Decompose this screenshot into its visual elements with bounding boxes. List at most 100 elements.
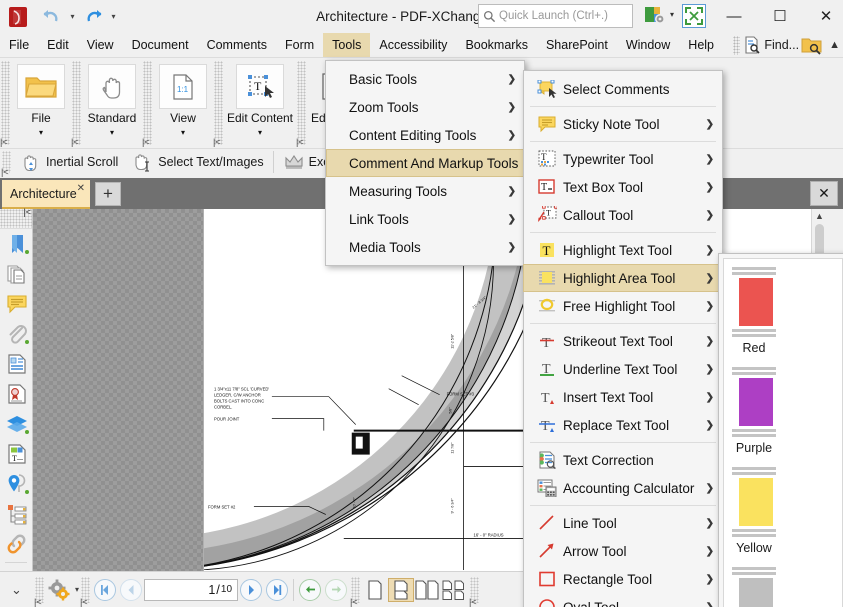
menu-item-highlight-text-tool[interactable]: T Highlight Text Tool (524, 236, 722, 264)
statusbar-grip-0[interactable] (34, 576, 44, 607)
menu-sharepoint[interactable]: SharePoint (537, 33, 617, 57)
layout-two-page-continuous-button[interactable] (440, 578, 468, 602)
menu-item-media-tools[interactable]: Media Tools (326, 233, 524, 261)
palette-swatch-gray[interactable] (739, 578, 773, 607)
menu-item-text-box-tool[interactable]: T Text Box Tool (524, 173, 722, 201)
menu-item-oval-tool[interactable]: Oval Tool (524, 593, 722, 607)
first-page-button[interactable] (94, 578, 117, 601)
ribbon-button-standard[interactable]: Standard ▾ (82, 61, 142, 139)
chevron-down-icon[interactable]: ▾ (258, 128, 262, 137)
content-icon[interactable] (0, 349, 33, 379)
menu-item-link-tools[interactable]: Link Tools (326, 205, 524, 233)
find-label[interactable]: Find... (764, 38, 799, 52)
layout-two-page-button[interactable] (414, 578, 440, 602)
menu-accessibility[interactable]: Accessibility (370, 33, 456, 57)
palette-swatch-yellow[interactable] (739, 478, 773, 526)
ribbon-grip-2[interactable] (142, 61, 152, 147)
menu-window[interactable]: Window (617, 33, 679, 57)
find-icon[interactable] (742, 35, 762, 55)
menu-item-insert-text-tool[interactable]: T Insert Text Tool (524, 383, 722, 411)
scroll-up-icon[interactable]: ▲ (812, 209, 827, 224)
menu-item-content-editing-tools[interactable]: Content Editing Tools (326, 121, 524, 149)
bookmarks-icon[interactable] (0, 229, 33, 259)
ribbon-button-file[interactable]: File ▾ (11, 61, 71, 139)
settings-button[interactable]: ▾ (46, 578, 79, 602)
navigation-pane-grip[interactable] (0, 207, 32, 229)
layout-single-page-button[interactable] (362, 578, 388, 602)
ribbon-button-edit-content[interactable]: T Edit Content ▾ (224, 61, 296, 139)
comment-styles-palette[interactable]: Red Purple Yellow (718, 253, 843, 607)
undo-dropdown-caret-icon[interactable]: ▾ (67, 12, 78, 21)
menu-item-underline-text-tool[interactable]: T Underline Text Tool (524, 355, 722, 383)
menu-item-line-tool[interactable]: Line Tool (524, 509, 722, 537)
document-close-button[interactable]: ✕ (810, 181, 838, 206)
comment-and-markup-submenu[interactable]: Select Comments Sticky Note Tool T Typew… (523, 70, 723, 607)
redo-icon[interactable] (80, 5, 106, 29)
fields-icon[interactable]: T (0, 439, 33, 469)
layers-icon[interactable] (0, 409, 33, 439)
menu-item-arrow-tool[interactable]: Arrow Tool (524, 537, 722, 565)
menu-item-strikeout-text-tool[interactable]: T Strikeout Text Tool (524, 327, 722, 355)
palette-cell-gray[interactable]: Gray (724, 559, 784, 607)
destinations-icon[interactable] (0, 469, 33, 499)
ribbon-collapse-icon[interactable]: ▲ (829, 39, 843, 51)
palette-cell-yellow[interactable]: Yellow (724, 459, 784, 559)
page-number-input[interactable]: 1 / 10 (144, 578, 239, 601)
links-icon[interactable] (0, 529, 33, 559)
signatures-icon[interactable] (0, 379, 33, 409)
palette-cell-purple[interactable]: Purple (724, 359, 784, 459)
attachments-icon[interactable] (0, 319, 33, 349)
select-text-images-button[interactable]: Select Text/Images (125, 150, 270, 175)
chevron-down-icon[interactable]: ▾ (39, 128, 43, 137)
menu-file[interactable]: File (0, 33, 38, 57)
menu-item-rectangle-tool[interactable]: Rectangle Tool (524, 565, 722, 593)
menu-item-free-highlight-tool[interactable]: Free Highlight Tool (524, 292, 722, 320)
statusbar-grip-2[interactable] (350, 576, 361, 607)
inertial-scroll-button[interactable]: Inertial Scroll (13, 150, 125, 175)
statusbar-grip-1[interactable] (80, 576, 91, 607)
layout-continuous-button[interactable] (388, 577, 415, 602)
tools-menu[interactable]: Basic Tools Zoom Tools Content Editing T… (325, 60, 525, 266)
menu-tools[interactable]: Tools (323, 33, 371, 57)
menu-edit[interactable]: Edit (38, 33, 78, 57)
menu-item-basic-tools[interactable]: Basic Tools (326, 65, 524, 93)
next-view-button[interactable] (325, 578, 348, 601)
palette-swatch-red[interactable] (739, 278, 773, 326)
menu-help[interactable]: Help (679, 33, 723, 57)
menu-item-accounting-calculator[interactable]: Accounting Calculator (524, 474, 722, 502)
statusbar-grip-3[interactable] (469, 576, 480, 607)
settings-caret-icon[interactable]: ▾ (75, 585, 79, 594)
menu-item-text-correction[interactable]: Text Correction (524, 446, 722, 474)
menu-item-highlight-area-tool[interactable]: Highlight Area Tool (523, 264, 723, 292)
menu-item-select-comments[interactable]: Select Comments (524, 75, 722, 103)
menu-item-callout-tool[interactable]: T Callout Tool (524, 201, 722, 229)
minimize-button[interactable]: — (711, 0, 757, 32)
quick-launch-input[interactable]: Quick Launch (Ctrl+.) (478, 4, 633, 28)
next-page-button[interactable] (240, 578, 263, 601)
pane-collapse-icon[interactable]: ⌄ (0, 582, 33, 598)
fullscreen-icon[interactable] (682, 4, 706, 28)
close-button[interactable]: ✕ (803, 0, 843, 32)
ribbon-button-view[interactable]: 1:1 View ▾ (153, 61, 213, 139)
menu-item-sticky-note-tool[interactable]: Sticky Note Tool (524, 110, 722, 138)
toolbar2-grip[interactable] (1, 151, 11, 177)
ribbon-grip-1[interactable] (71, 61, 81, 147)
tab-architecture[interactable]: Architecture ✕ (2, 180, 90, 209)
pages-thumbnails-icon[interactable] (0, 259, 33, 289)
menu-item-zoom-tools[interactable]: Zoom Tools (326, 93, 524, 121)
menu-item-measuring-tools[interactable]: Measuring Tools (326, 177, 524, 205)
chevron-down-icon[interactable]: ▾ (110, 128, 114, 137)
menu-bookmarks[interactable]: Bookmarks (456, 33, 537, 57)
menu-item-replace-text-tool[interactable]: T Replace Text Tool (524, 411, 722, 439)
menu-item-typewriter-tool[interactable]: T Typewriter Tool (524, 145, 722, 173)
search-folder-icon[interactable] (801, 35, 823, 55)
menu-form[interactable]: Form (276, 33, 323, 57)
ribbon-grip-3[interactable] (213, 61, 223, 147)
menu-view[interactable]: View (78, 33, 123, 57)
maximize-button[interactable]: ☐ (757, 0, 803, 32)
tab-close-icon[interactable]: ✕ (77, 183, 85, 194)
theme-dropdown-caret-icon[interactable]: ▾ (670, 10, 674, 19)
last-page-button[interactable] (266, 578, 289, 601)
theme-settings-icon[interactable] (643, 4, 669, 28)
previous-view-button[interactable] (299, 578, 322, 601)
